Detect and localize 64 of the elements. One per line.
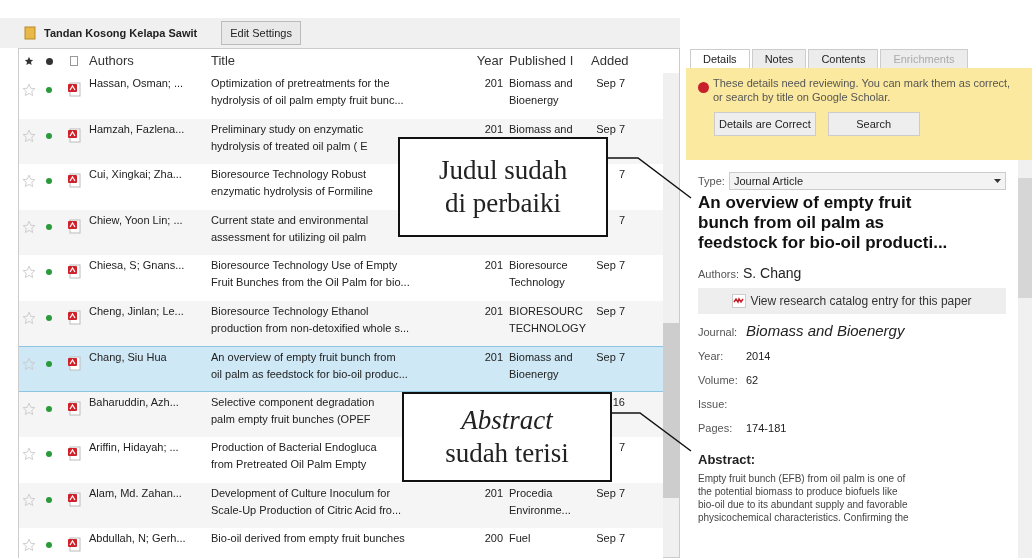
year-cell: 201 <box>484 351 503 363</box>
title-cell-text: Current state and environmental assessment for utilizing oil palm <box>211 212 369 245</box>
added-cell: 7 <box>618 213 625 226</box>
author-cell: Chiew, Yoon Lin; ... <box>89 213 183 226</box>
field-label: Volume: <box>698 373 739 388</box>
published-cell-text: Procedia Environme... <box>509 485 571 518</box>
title-cell-text: An overview of empty fruit bunch from oil palm as feedstock for bio-oil produc... <box>211 350 408 382</box>
author-cell: Cheng, Jinlan; Le... <box>89 304 184 317</box>
added-cell: Sep 7 <box>596 259 625 271</box>
author-cell: Chiesa, S; Gnans... <box>89 259 185 271</box>
author-cell: Chang, Siu Hua <box>89 351 167 363</box>
title-cell-text: Development of Culture Inoculum for Scale-Up Production of Citric Acid fro... <box>211 485 402 518</box>
title-cell-text: Selective component degradation palm empty fruit bunches (OPEF <box>211 394 375 427</box>
field-label: Year: <box>698 349 725 364</box>
added-cell: 7 <box>618 441 625 453</box>
title-cell-text: Bio-oil derived from empty fruit bunches <box>211 531 405 546</box>
field-value: Biomass and Bioenergy <box>746 321 905 341</box>
year-cell: 201 <box>484 77 503 89</box>
published-cell-text: Biomass and <box>509 121 573 137</box>
author-cell: Alam, Md. Zahan... <box>89 486 182 499</box>
year-cell: 201 <box>484 486 503 499</box>
year-cell: 201 <box>484 122 503 135</box>
title-cell-text: Bioresource Technology Use of Empty Fruit Bunches from the Oil Palm for bio... <box>211 258 410 290</box>
published-cell-text: Bioresource Technology <box>509 258 568 290</box>
year-cell: 201 <box>484 259 503 271</box>
author-cell: Ariffin, Hidayah; ... <box>89 441 179 453</box>
authors-label: Authors: <box>698 267 739 282</box>
title-cell-text: Optimization of pretreatments for the hydrolysis of oil palm empty fruit bunc... <box>211 76 404 108</box>
author-cell: Hassan, Osman; ... <box>89 77 184 89</box>
field-label: Journal: <box>698 325 739 340</box>
published-cell-text: Biomass and Bioenergy <box>509 350 573 382</box>
type-label: Type: <box>698 173 725 189</box>
added-cell: Sep 7 <box>596 351 625 363</box>
field-value: 2014 <box>746 349 771 364</box>
added-cell: Sep 7 <box>596 486 625 499</box>
author-cell: Abdullah, N; Gerh... <box>89 532 186 544</box>
added-cell: Sep 7 <box>596 532 625 544</box>
author-cell: Baharuddin, Azh... <box>89 395 179 408</box>
added-cell: 7 <box>618 168 625 180</box>
title-cell-text: Bioresource Technology Ethanol production from non-detoxified whole s... <box>211 303 410 336</box>
author-cell: Hamzah, Fazlena... <box>89 122 185 135</box>
folder-title: Tandan Kosong Kelapa Sawit <box>44 25 198 41</box>
abstract-text: Empty fruit bunch (EFB) from oil palm is one of the potential biomass to produce biofuels like bio-oil due to its abundant supply and favorable physicochemical characteristics. Confirming the <box>698 471 910 524</box>
author-cell: Cui, Xingkai; Zha... <box>89 168 182 180</box>
published-cell-text: BIORESOURC TECHNOLOGY <box>509 303 586 336</box>
added-cell: Sep 7 <box>596 122 625 135</box>
field-label: Issue: <box>698 397 729 412</box>
authors-value: S. Chang <box>742 264 802 283</box>
abstract-label: Abstract: <box>698 451 757 469</box>
published-cell-text: Biomass and Bioenergy <box>509 76 573 108</box>
year-cell: 201 <box>484 304 503 317</box>
field-value: 62 <box>746 373 759 388</box>
published-cell-text: Fuel <box>509 531 531 546</box>
added-cell: 16 <box>612 395 625 408</box>
added-cell: Sep 7 <box>596 77 625 89</box>
document-title: An overview of empty fruit bunch from oil palm as feedstock for bio-oil producti... <box>698 193 949 253</box>
title-cell-text: Preliminary study on enzymatic hydrolysis of treated oil palm ( E <box>211 121 368 154</box>
title-cell-text: Production of Bacterial Endogluca from Pretreated Oil Palm Empty <box>211 440 377 472</box>
title-cell-text: Bioresource Technology Robust enzymatic hydrolysis of Formiline <box>211 167 373 199</box>
notice-text: These details need reviewing. You can mark them as correct, or search by title on Google Scholar. <box>713 76 1012 104</box>
field-value: 174-181 <box>746 421 787 436</box>
added-cell: Sep 7 <box>596 304 625 317</box>
field-label: Pages: <box>698 421 734 436</box>
year-cell: 200 <box>484 532 503 544</box>
